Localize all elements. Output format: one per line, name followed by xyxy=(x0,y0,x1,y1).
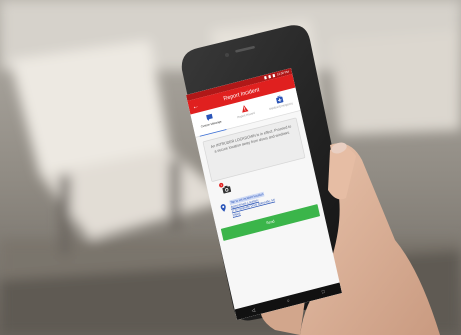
nav-home-icon[interactable]: ○ xyxy=(283,298,294,305)
battery-icon xyxy=(272,73,276,78)
speech-bubble-icon xyxy=(206,113,213,122)
send-button-label: Send xyxy=(265,219,276,226)
signal-icon xyxy=(263,76,267,80)
wifi-icon xyxy=(267,74,271,79)
medical-kit-icon xyxy=(276,95,284,104)
phone-camera xyxy=(225,53,229,57)
location-pin-icon xyxy=(220,204,226,212)
nav-recents-icon[interactable]: □ xyxy=(318,289,329,296)
nav-back-icon[interactable]: ◁ xyxy=(248,306,259,314)
warning-triangle-icon xyxy=(242,105,249,113)
